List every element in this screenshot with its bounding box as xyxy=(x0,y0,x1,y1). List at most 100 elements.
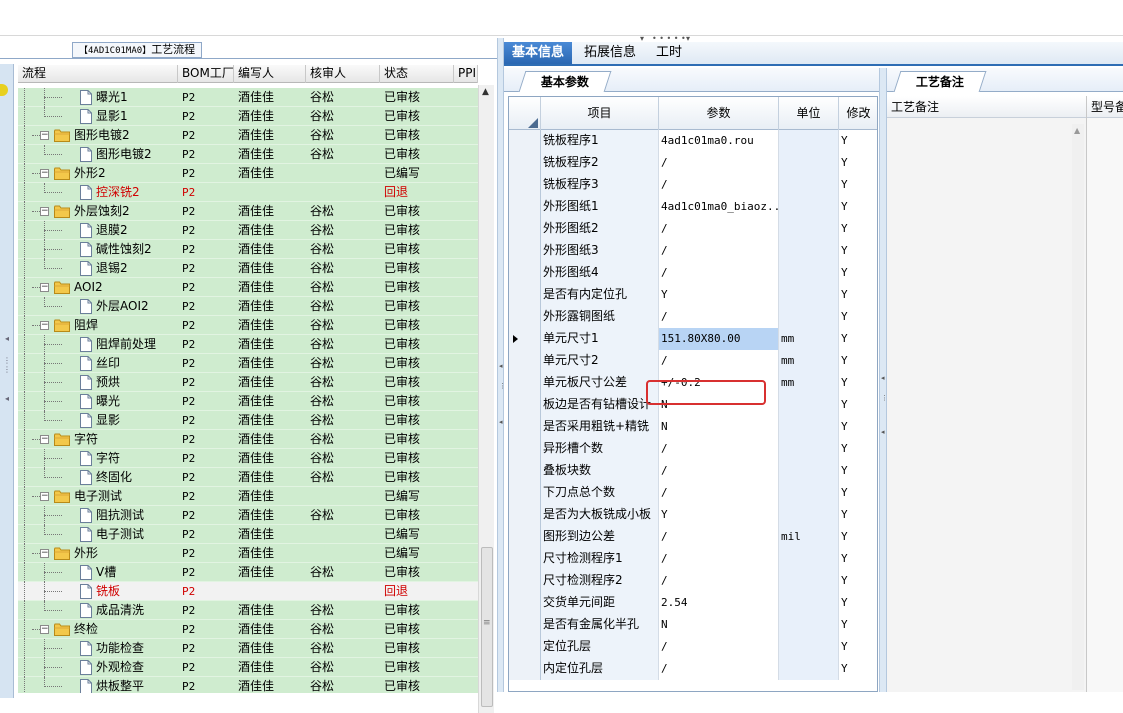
tree-node-cell[interactable]: 阻抗测试 xyxy=(18,506,178,525)
param-value-cell[interactable]: / xyxy=(659,306,779,328)
param-value-cell[interactable]: / xyxy=(659,240,779,262)
param-modify-cell[interactable]: Y xyxy=(839,394,877,416)
tree-node-cell[interactable]: − 图形电镀2 xyxy=(18,126,178,145)
param-value-cell[interactable]: / xyxy=(659,482,779,504)
row-indicator[interactable] xyxy=(509,372,541,394)
scroll-thumb[interactable]: ≡ xyxy=(481,547,493,707)
tab-0[interactable]: 基本信息 xyxy=(504,42,573,64)
param-row[interactable]: 铣板程序3/ Y xyxy=(509,174,877,196)
tree-node-cell[interactable]: 曝光1 xyxy=(18,88,178,107)
tree-row[interactable]: 成品清洗 P2 酒佳佳 谷松 已审核 xyxy=(18,601,478,620)
param-unit-cell[interactable] xyxy=(779,504,839,526)
param-unit-cell[interactable] xyxy=(779,284,839,306)
param-modify-cell[interactable]: Y xyxy=(839,350,877,372)
tree-node-cell[interactable]: − 阻焊 xyxy=(18,316,178,335)
row-indicator[interactable] xyxy=(509,482,541,504)
param-modify-cell[interactable]: Y xyxy=(839,284,877,306)
tree-row[interactable]: 终固化 P2 酒佳佳 谷松 已审核 xyxy=(18,468,478,487)
param-modify-cell[interactable]: Y xyxy=(839,328,877,350)
tree-row[interactable]: 外层AOI2 P2 酒佳佳 谷松 已审核 xyxy=(18,297,478,316)
param-unit-cell[interactable] xyxy=(779,306,839,328)
tree-node-cell[interactable]: 丝印 xyxy=(18,354,178,373)
param-row[interactable]: 内定位孔层 / Y xyxy=(509,658,877,680)
param-value-cell[interactable]: / xyxy=(659,526,779,548)
param-value-cell[interactable]: / xyxy=(659,350,779,372)
param-row[interactable]: 外形图纸4/ Y xyxy=(509,262,877,284)
row-indicator[interactable] xyxy=(509,350,541,372)
param-unit-cell[interactable]: mm xyxy=(779,350,839,372)
tree-row[interactable]: 阻焊前处理 P2 酒佳佳 谷松 已审核 xyxy=(18,335,478,354)
param-modify-cell[interactable]: Y xyxy=(839,614,877,636)
collapse-left-icon[interactable]: ◂ xyxy=(3,334,11,343)
tab-process-notes[interactable]: 工艺备注 xyxy=(893,71,987,92)
expand-toggle-icon[interactable]: − xyxy=(40,131,49,140)
param-row[interactable]: 尺寸检测程序1/ Y xyxy=(509,548,877,570)
param-modify-cell[interactable]: Y xyxy=(839,438,877,460)
tree-node-cell[interactable]: 显影 xyxy=(18,411,178,430)
tree-row[interactable]: V槽 P2 酒佳佳 谷松 已审核 xyxy=(18,563,478,582)
notes-scrollbar[interactable]: ▲ xyxy=(1072,124,1084,690)
grid-corner[interactable] xyxy=(509,97,541,130)
tree-node-cell[interactable]: − 外层蚀刻2 xyxy=(18,202,178,221)
param-unit-cell[interactable] xyxy=(779,658,839,680)
param-modify-cell[interactable]: Y xyxy=(839,196,877,218)
tree-scrollbar[interactable]: ▲ ≡ xyxy=(478,85,494,713)
tab-1[interactable]: 拓展信息 xyxy=(576,42,644,64)
tree-row[interactable]: 曝光 P2 酒佳佳 谷松 已审核 xyxy=(18,392,478,411)
param-modify-cell[interactable]: Y xyxy=(839,526,877,548)
param-unit-cell[interactable] xyxy=(779,262,839,284)
tree-node-cell[interactable]: V槽 xyxy=(18,563,178,582)
row-indicator[interactable] xyxy=(509,174,541,196)
param-row[interactable]: 交货单元间距 2.54 Y xyxy=(509,592,877,614)
expand-toggle-icon[interactable]: − xyxy=(40,207,49,216)
grid-col-header-1[interactable]: 参数 xyxy=(659,97,779,130)
tree-row[interactable]: 外观检查 P2 酒佳佳 谷松 已审核 xyxy=(18,658,478,677)
row-indicator[interactable] xyxy=(509,328,541,350)
tree-node-cell[interactable]: − 外形2 xyxy=(18,164,178,183)
vertical-splitter-right[interactable]: ◂ ⋮ ◂ xyxy=(879,68,888,692)
tree-row[interactable]: 显影 P2 酒佳佳 谷松 已审核 xyxy=(18,411,478,430)
param-row[interactable]: 是否采用粗铣+精铣 N Y xyxy=(509,416,877,438)
tree-node-cell[interactable]: 碱性蚀刻2 xyxy=(18,240,178,259)
tree-node-cell[interactable]: 控深铣2 xyxy=(18,183,178,202)
row-indicator[interactable] xyxy=(509,592,541,614)
param-value-cell[interactable]: / xyxy=(659,438,779,460)
row-indicator[interactable] xyxy=(509,130,541,152)
tree-node-cell[interactable]: 铣板 xyxy=(18,582,178,601)
param-modify-cell[interactable]: Y xyxy=(839,372,877,394)
tree-row[interactable]: 阻抗测试 P2 酒佳佳 谷松 已审核 xyxy=(18,506,478,525)
tree-row[interactable]: 曝光1 P2 酒佳佳 谷松 已审核 xyxy=(18,88,478,107)
tree-node-cell[interactable]: 烘板整平 xyxy=(18,677,178,693)
tree-node-cell[interactable]: 外观检查 xyxy=(18,658,178,677)
param-value-cell[interactable]: / xyxy=(659,218,779,240)
tree-row[interactable]: − 外形 P2 酒佳佳 已编写 xyxy=(18,544,478,563)
param-value-cell[interactable]: N xyxy=(659,614,779,636)
grid-col-header-0[interactable]: 项目 xyxy=(541,97,659,130)
tree-node-cell[interactable]: 显影1 xyxy=(18,107,178,126)
tree-node-cell[interactable]: 终固化 xyxy=(18,468,178,487)
param-unit-cell[interactable] xyxy=(779,416,839,438)
expand-toggle-icon[interactable]: − xyxy=(40,492,49,501)
param-unit-cell[interactable] xyxy=(779,394,839,416)
param-unit-cell[interactable] xyxy=(779,438,839,460)
param-unit-cell[interactable] xyxy=(779,548,839,570)
tree-row[interactable]: 控深铣2 P2 回退 xyxy=(18,183,478,202)
param-value-cell[interactable]: / xyxy=(659,174,779,196)
scroll-up-icon[interactable]: ▲ xyxy=(482,87,489,97)
param-row[interactable]: 是否为大板铣成小板 Y Y xyxy=(509,504,877,526)
tree-node-cell[interactable]: − AOI2 xyxy=(18,278,178,297)
param-modify-cell[interactable]: Y xyxy=(839,504,877,526)
tree-row[interactable]: − 图形电镀2 P2 酒佳佳 谷松 已审核 xyxy=(18,126,478,145)
param-value-cell[interactable]: / xyxy=(659,570,779,592)
tree-node-cell[interactable]: 阻焊前处理 xyxy=(18,335,178,354)
expand-toggle-icon[interactable]: − xyxy=(40,169,49,178)
param-value-cell[interactable]: / xyxy=(659,658,779,680)
param-row[interactable]: 定位孔层 / Y xyxy=(509,636,877,658)
tree-row[interactable]: 丝印 P2 酒佳佳 谷松 已审核 xyxy=(18,354,478,373)
tree-row[interactable]: 烘板整平 P2 酒佳佳 谷松 已审核 xyxy=(18,677,478,693)
tree-node-cell[interactable]: 成品清洗 xyxy=(18,601,178,620)
tree-node-cell[interactable]: 外层AOI2 xyxy=(18,297,178,316)
tree-row[interactable]: 退锡2 P2 酒佳佳 谷松 已审核 xyxy=(18,259,478,278)
tree-row[interactable]: 显影1 P2 酒佳佳 谷松 已审核 xyxy=(18,107,478,126)
param-value-cell[interactable]: / xyxy=(659,636,779,658)
